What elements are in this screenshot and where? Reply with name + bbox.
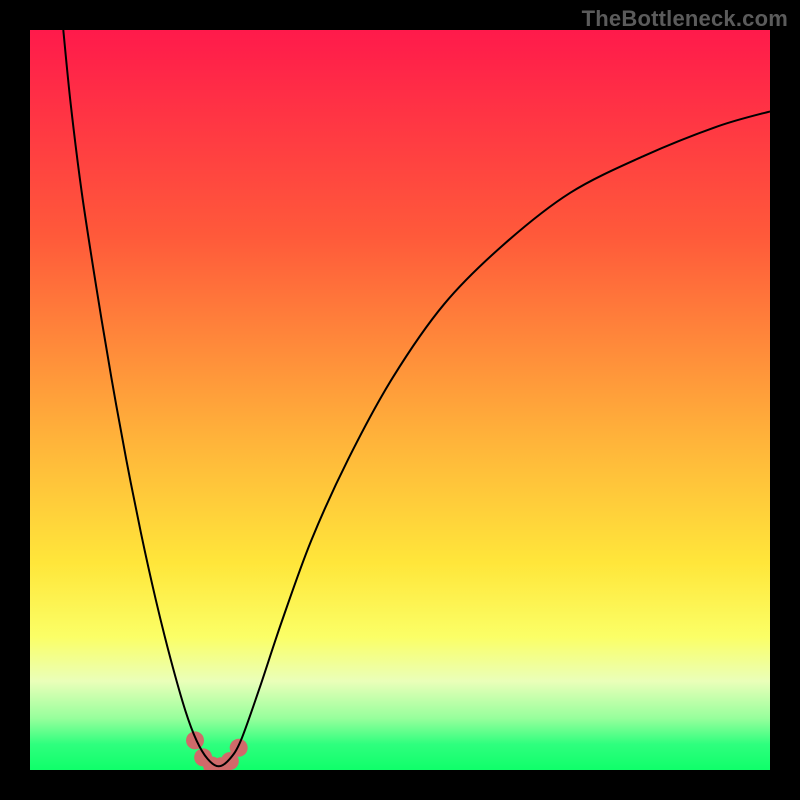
marker-dot: [186, 731, 204, 749]
bottleneck-curve: [63, 30, 770, 766]
chart-frame: TheBottleneck.com: [0, 0, 800, 800]
watermark-text: TheBottleneck.com: [582, 6, 788, 32]
marker-dot: [230, 739, 248, 757]
curve-layer: [30, 30, 770, 770]
plot-area: [30, 30, 770, 770]
